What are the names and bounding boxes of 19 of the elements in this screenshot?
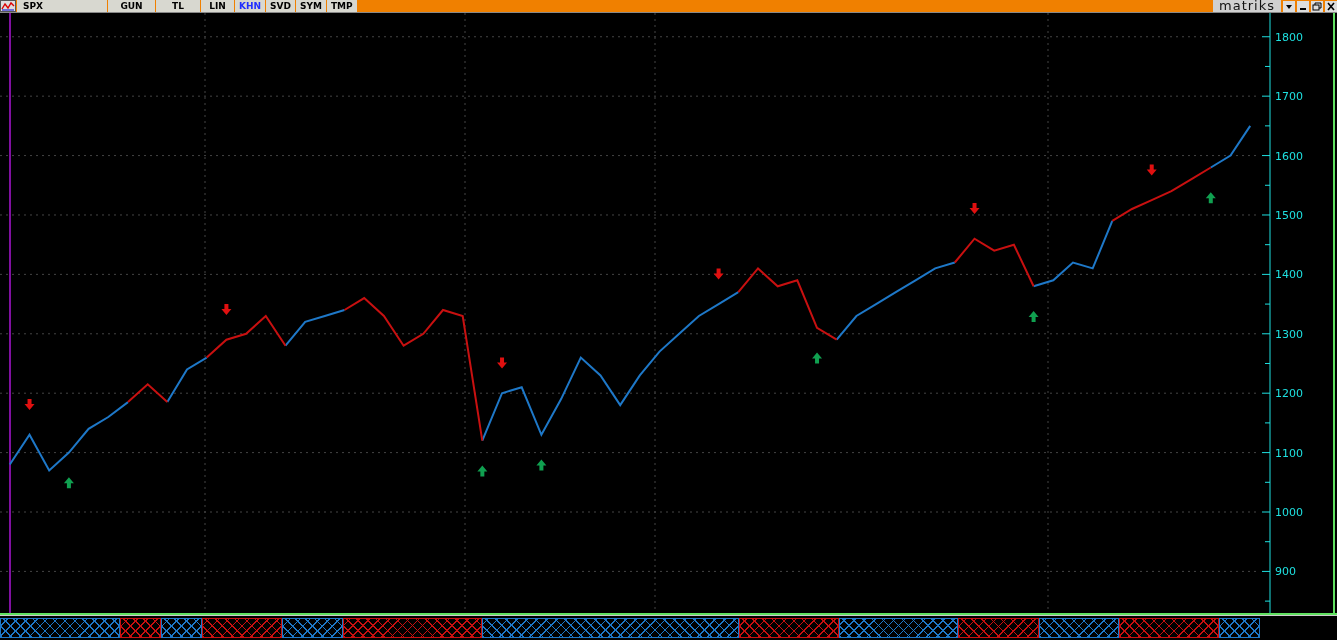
toolbar-tab[interactable]: TMP <box>326 0 357 12</box>
toolbar-tab[interactable]: GUN <box>108 0 155 12</box>
axis-label: 1600 <box>1275 149 1303 163</box>
toolbar-tab[interactable]: KHN <box>235 0 266 12</box>
toolbar-tab[interactable]: TL <box>156 0 200 12</box>
axis-label: 1100 <box>1275 446 1303 460</box>
toolbar-tab[interactable]: LIN <box>201 0 234 12</box>
axis-label: 1400 <box>1275 268 1303 282</box>
axis-label: 1700 <box>1275 90 1303 104</box>
axis-label: 1300 <box>1275 327 1303 341</box>
brand-logo: matriks <box>1213 0 1281 12</box>
axis-label: 1000 <box>1275 506 1303 519</box>
axis-label: 900 <box>1275 565 1296 579</box>
symbol-field[interactable]: SPX <box>17 0 107 12</box>
toolbar-tab[interactable]: SVD <box>266 0 295 12</box>
toolbar-tab[interactable]: SYM <box>295 0 326 12</box>
axis-label: 1500 <box>1275 209 1303 222</box>
axis-label: 1800 <box>1275 30 1303 44</box>
axis-label: 1200 <box>1275 387 1303 401</box>
